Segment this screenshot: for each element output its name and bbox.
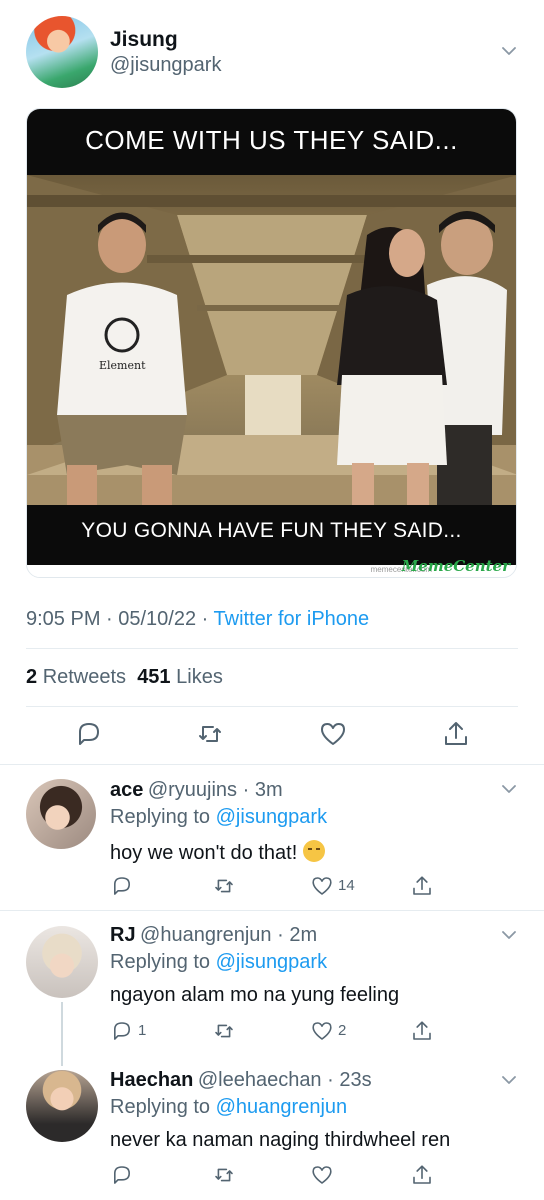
share-button[interactable] bbox=[410, 1163, 434, 1187]
share-icon bbox=[413, 1165, 431, 1184]
reply-button[interactable] bbox=[110, 1019, 134, 1043]
like-icon bbox=[321, 723, 345, 745]
reply-header: RJ @huangrenjun · 2m bbox=[110, 924, 317, 947]
divider bbox=[26, 648, 518, 649]
reply-icon bbox=[79, 723, 99, 745]
retweet-icon bbox=[215, 879, 233, 893]
reply-author-handle[interactable]: @ryuujins · 3m bbox=[148, 779, 283, 801]
retweets-stat[interactable]: 2 Retweets bbox=[26, 666, 126, 688]
chevron-down-icon[interactable] bbox=[500, 42, 518, 60]
retweet-button[interactable] bbox=[212, 874, 236, 898]
author-handle[interactable]: @jisungpark bbox=[110, 54, 221, 77]
mention-link[interactable]: @jisungpark bbox=[216, 806, 327, 828]
chevron-down-icon[interactable] bbox=[500, 780, 518, 798]
like-icon bbox=[312, 1022, 332, 1040]
meme-top-bar: COME WITH US THEY SAID... bbox=[27, 109, 516, 175]
retweet-icon bbox=[199, 726, 221, 742]
tweet-source[interactable]: Twitter for iPhone bbox=[214, 608, 370, 630]
share-icon bbox=[413, 876, 431, 895]
reply-button[interactable] bbox=[110, 874, 134, 898]
reply-icon bbox=[114, 877, 130, 895]
retweet-button[interactable] bbox=[212, 1019, 236, 1043]
chevron-down-icon[interactable] bbox=[500, 926, 518, 944]
retweet-button[interactable] bbox=[212, 1163, 236, 1187]
reply-button[interactable] bbox=[74, 719, 104, 749]
meme-photo: Element bbox=[27, 175, 516, 505]
meme-top-caption: COME WITH US THEY SAID... bbox=[85, 125, 458, 155]
reply-avatar[interactable] bbox=[26, 779, 96, 849]
like-button[interactable] bbox=[310, 874, 334, 898]
reply-button[interactable] bbox=[110, 1163, 134, 1187]
reply-header: Haechan @leehaechan · 23s bbox=[110, 1069, 372, 1092]
shirt-logo-text: Element bbox=[99, 359, 146, 372]
like-icon bbox=[312, 1166, 332, 1184]
divider bbox=[0, 764, 544, 765]
share-icon bbox=[413, 1021, 431, 1040]
chevron-down-icon[interactable] bbox=[500, 1071, 518, 1089]
reply-author-handle[interactable]: @huangrenjun · 2m bbox=[140, 924, 317, 946]
reply-header: ace @ryuujins · 3m bbox=[110, 779, 283, 802]
reply-text: never ka naman naging thirdwheel ren bbox=[110, 1129, 451, 1151]
like-button[interactable] bbox=[310, 1019, 334, 1043]
share-icon bbox=[445, 722, 467, 745]
retweet-button[interactable] bbox=[195, 719, 225, 749]
reply-author-name[interactable]: RJ bbox=[110, 924, 136, 946]
reply-author-handle[interactable]: @leehaechan · 23s bbox=[198, 1069, 372, 1091]
replying-to: Replying to @jisungpark bbox=[110, 951, 328, 973]
like-count: 14 bbox=[338, 877, 355, 894]
mention-link[interactable]: @huangrenjun bbox=[216, 1096, 348, 1118]
reply-icon bbox=[114, 1166, 130, 1184]
author-name[interactable]: Jisung bbox=[110, 28, 178, 52]
tweet-timestamp-line: 9:05 PM · 05/10/22 · Twitter for iPhone bbox=[26, 608, 369, 631]
reply-icon bbox=[114, 1022, 130, 1040]
grimacing-face-emoji bbox=[302, 840, 325, 862]
reply-count: 1 bbox=[138, 1022, 147, 1039]
like-count: 2 bbox=[338, 1022, 347, 1039]
share-button[interactable] bbox=[410, 1019, 434, 1043]
meme-photo-illustration: Element bbox=[27, 175, 516, 505]
meme-bottom-caption: YOU GONNA HAVE FUN THEY SAID... bbox=[81, 519, 462, 542]
retweet-icon bbox=[215, 1168, 233, 1182]
likes-stat[interactable]: 451 Likes bbox=[137, 666, 223, 688]
meme-bottom-bar: YOU GONNA HAVE FUN THEY SAID... bbox=[27, 505, 516, 565]
reply-avatar[interactable] bbox=[26, 926, 98, 998]
retweet-icon bbox=[215, 1024, 233, 1038]
meme-watermark-logo: MemeCenter bbox=[401, 557, 510, 575]
tweet-stats: 2 Retweets 451 Likes bbox=[26, 666, 223, 689]
replying-to: Replying to @huangrenjun bbox=[110, 1096, 348, 1118]
reply-text: hoy we won't do that! bbox=[110, 840, 325, 865]
divider bbox=[0, 910, 544, 911]
reply-author-name[interactable]: ace bbox=[110, 779, 143, 801]
share-button[interactable] bbox=[410, 874, 434, 898]
like-button[interactable] bbox=[318, 719, 348, 749]
reply-text: ngayon alam mo na yung feeling bbox=[110, 984, 400, 1006]
reply-avatar[interactable] bbox=[26, 1070, 98, 1142]
author-avatar[interactable] bbox=[26, 16, 98, 88]
tweet-media-image[interactable]: COME WITH US THEY SAID... Element YOU GO… bbox=[26, 108, 517, 578]
like-button[interactable] bbox=[310, 1163, 334, 1187]
reply-author-name[interactable]: Haechan bbox=[110, 1069, 193, 1091]
share-button[interactable] bbox=[441, 719, 471, 749]
tweet-timestamp[interactable]: 9:05 PM · 05/10/22 · bbox=[26, 608, 214, 630]
replying-to: Replying to @jisungpark bbox=[110, 806, 328, 828]
like-icon bbox=[312, 877, 332, 895]
mention-link[interactable]: @jisungpark bbox=[216, 951, 327, 973]
divider bbox=[26, 706, 518, 707]
thread-connector-line bbox=[61, 1002, 63, 1066]
